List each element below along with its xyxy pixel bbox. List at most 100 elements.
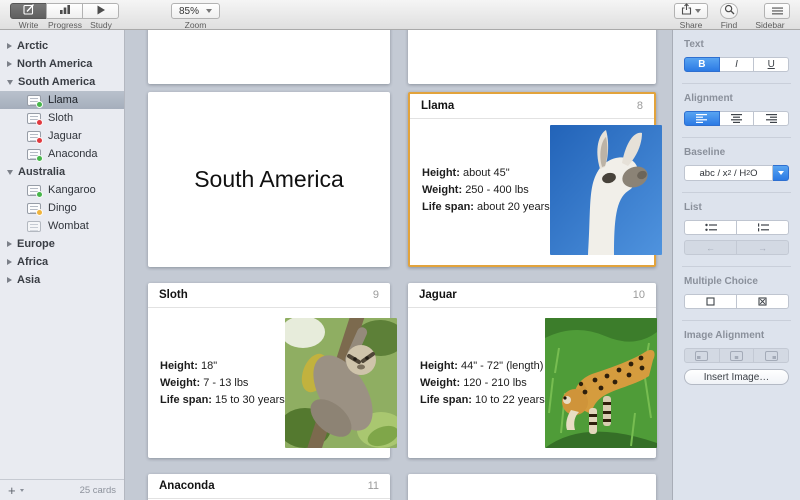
progress-mode-button[interactable] [46,3,83,19]
outdent-button[interactable]: ← [684,240,737,255]
sidebar-group-australia[interactable]: Australia [0,163,124,181]
card-south-america-title[interactable]: South America [148,92,390,267]
zoom-dropdown[interactable]: 85% [171,3,220,19]
status-dot-green [36,155,43,162]
sidebar-group-europe[interactable]: Europe [0,235,124,253]
sidebar-item-jaguar[interactable]: Jaguar [0,127,124,145]
mode-segmented-control: Write Progress Study [10,3,119,30]
align-left-button[interactable] [684,111,720,126]
chevron-down-icon[interactable] [20,489,24,492]
study-label: Study [90,20,112,30]
list-section-label: List [684,202,789,213]
deck-sidebar: Arctic North America South America Llama… [0,30,125,500]
play-icon [96,2,106,20]
disclosure-collapsed-icon[interactable] [7,61,12,67]
card-sloth[interactable]: Sloth 9 Height: 18" Weight: 7 - 13 lbs L… [148,283,390,458]
align-left-icon [696,114,707,123]
bulleted-list-icon [705,223,717,232]
bold-button[interactable]: B [684,57,720,72]
card-header: Anaconda 11 [148,474,390,499]
sidebar-footer: + 25 cards [0,479,124,500]
choice-unchecked-button[interactable] [684,294,737,309]
multiple-choice-section-label: Multiple Choice [684,276,789,287]
card-partial-top-left[interactable] [148,30,390,84]
card-partial-bottom-right[interactable] [408,474,656,500]
bulleted-list-button[interactable] [684,220,737,235]
underline-button[interactable]: U [753,57,789,72]
share-label: Share [680,20,703,30]
numbered-list-button[interactable] [736,220,789,235]
card-header: Llama 8 [410,94,654,119]
sidebar-group-arctic[interactable]: Arctic [0,37,124,55]
sidebar-toggle-button[interactable] [764,3,790,19]
edit-pencil-icon [23,2,35,20]
chevron-down-icon [695,9,701,13]
sidebar-group-north-america[interactable]: North America [0,55,124,73]
card-jaguar[interactable]: Jaguar 10 Height: 44" - 72" (length) Wei… [408,283,656,458]
image-align-left-button[interactable] [684,348,720,363]
image-right-icon [765,351,778,361]
flashcard-app-window: Write Progress Study [0,0,800,500]
indent-button[interactable]: → [736,240,789,255]
dropdown-arrow-button[interactable] [773,165,789,181]
jaguar-photo [545,318,657,448]
sidebar-item-sloth[interactable]: Sloth [0,109,124,127]
llama-photo [550,125,662,255]
disclosure-expanded-icon[interactable] [7,80,13,85]
card-canvas[interactable]: South America Llama 8 Height: about 45" … [125,30,672,500]
progress-label: Progress [48,20,82,30]
status-dot-red [36,119,43,126]
sidebar-lines-icon [772,2,783,20]
disclosure-collapsed-icon[interactable] [7,259,12,265]
align-center-icon [731,114,742,123]
sidebar-item-anaconda[interactable]: Anaconda [0,145,124,163]
find-button[interactable] [720,3,738,19]
baseline-dropdown[interactable]: abc / x2 / H2O [684,165,789,181]
align-center-button[interactable] [719,111,755,126]
study-mode-button[interactable] [82,3,119,19]
write-label: Write [19,20,39,30]
card-facts: Height: 44" - 72" (length) Weight: 120 -… [408,358,545,409]
choice-checked-button[interactable] [736,294,789,309]
disclosure-collapsed-icon[interactable] [7,43,12,49]
format-inspector: Text B I U Alignment [672,30,800,500]
card-partial-top-right[interactable] [408,30,656,84]
sidebar-item-wombat[interactable]: Wombat [0,217,124,235]
card-icon [27,221,41,232]
add-card-button[interactable]: + [8,484,16,497]
share-button[interactable] [674,3,708,19]
sidebar-item-kangaroo[interactable]: Kangaroo [0,181,124,199]
image-align-center-button[interactable] [719,348,755,363]
card-llama-selected[interactable]: Llama 8 Height: about 45" Weight: 250 - … [408,92,656,267]
sidebar-group-asia[interactable]: Asia [0,271,124,289]
insert-image-button[interactable]: Insert Image… [684,369,789,385]
image-alignment-section-label: Image Alignment [684,330,789,341]
sidebar-item-llama[interactable]: Llama [0,91,124,109]
disclosure-collapsed-icon[interactable] [7,241,12,247]
find-label: Find [721,20,738,30]
alignment-section: Alignment [673,84,800,137]
numbered-list-icon [757,223,769,232]
status-dot-green [36,101,43,108]
sidebar-group-south-america[interactable]: South America [0,73,124,91]
card-icon [27,203,41,214]
sidebar-group-africa[interactable]: Africa [0,253,124,271]
disclosure-collapsed-icon[interactable] [7,277,12,283]
zoom-value: 85% [179,6,199,17]
align-right-icon [766,114,777,123]
list-type-control [684,220,789,235]
italic-button[interactable]: I [719,57,755,72]
baseline-section: Baseline abc / x2 / H2O [673,138,800,192]
card-count: 25 cards [80,485,116,496]
card-icon [27,149,41,160]
text-section: Text B I U [673,30,800,83]
align-right-button[interactable] [753,111,789,126]
zoom-label: Zoom [185,20,207,30]
sidebar-item-dingo[interactable]: Dingo [0,199,124,217]
status-dot-red [36,137,43,144]
card-anaconda[interactable]: Anaconda 11 [148,474,390,500]
disclosure-expanded-icon[interactable] [7,170,13,175]
text-style-control: B I U [684,57,789,72]
write-mode-button[interactable] [10,3,47,19]
image-align-right-button[interactable] [753,348,789,363]
